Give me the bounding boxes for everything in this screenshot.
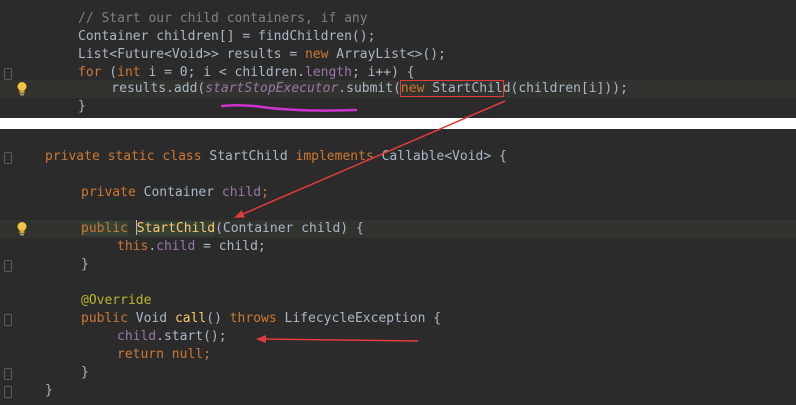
code-text: public Void call() throws LifecycleExcep…	[81, 311, 442, 326]
constructor-close-line[interactable]: }	[0, 256, 796, 274]
code-text: public StartChild(Container child) {	[81, 220, 364, 236]
fold-icon[interactable]	[4, 386, 12, 398]
field-declaration-line[interactable]: private Container child;	[0, 184, 796, 202]
code-editor-top: // Start our child containers, if any Co…	[0, 0, 796, 118]
code-line-1[interactable]: // Start our child containers, if any	[0, 10, 796, 28]
code-editor-bottom: private static class StartChild implemen…	[0, 129, 796, 405]
code-text: }	[45, 383, 53, 398]
code-text: return null;	[117, 347, 211, 362]
fold-icon[interactable]	[4, 68, 12, 80]
code-text: Container children[] = findChildren();	[78, 29, 376, 44]
code-text: }	[81, 365, 89, 380]
code-line-5-current[interactable]: results.add(startStopExecutor.submit(new…	[0, 80, 796, 98]
constructor-name[interactable]: StartChild	[136, 221, 216, 236]
child-start-line[interactable]: child.start();	[0, 328, 796, 346]
lightbulb-icon[interactable]	[16, 221, 28, 236]
code-text: private static class StartChild implemen…	[45, 149, 507, 164]
code-text: this.child = child;	[117, 239, 266, 254]
code-text: @Override	[81, 293, 152, 308]
annotation-line[interactable]: @Override	[0, 292, 796, 310]
constructor-line-current[interactable]: public StartChild(Container child) {	[0, 220, 796, 238]
code-text: results.add(startStopExecutor.submit(new…	[80, 80, 628, 97]
constructor-body-line[interactable]: this.child = child;	[0, 238, 796, 256]
fold-icon[interactable]	[4, 152, 12, 164]
lightbulb-icon[interactable]	[16, 81, 28, 96]
code-line-6[interactable]: }	[0, 98, 796, 116]
code-line-3[interactable]: List<Future<Void>> results = new ArrayLi…	[0, 46, 796, 64]
code-text: child.start();	[117, 329, 227, 344]
fold-icon[interactable]	[4, 314, 12, 326]
startchild-call-text: StartChil	[424, 81, 503, 96]
new-startchild-highlight: new StartChil	[399, 80, 504, 97]
code-text: // Start our child containers, if any	[78, 11, 368, 26]
return-line[interactable]: return null;	[0, 346, 796, 364]
code-text: private Container child;	[81, 185, 269, 200]
code-text: List<Future<Void>> results = new ArrayLi…	[78, 47, 446, 62]
code-text: }	[78, 99, 86, 114]
startchild-call-rest: d(children[i]));	[502, 81, 628, 96]
code-line-2[interactable]: Container children[] = findChildren();	[0, 28, 796, 46]
start-stop-executor-ref[interactable]: startStopExecutor	[205, 81, 338, 96]
fold-icon[interactable]	[4, 368, 12, 380]
code-text: }	[81, 257, 89, 272]
method-close-line[interactable]: }	[0, 364, 796, 382]
method-signature-line[interactable]: public Void call() throws LifecycleExcep…	[0, 310, 796, 328]
class-declaration-line[interactable]: private static class StartChild implemen…	[0, 148, 796, 166]
fold-icon[interactable]	[4, 260, 12, 272]
class-close-line[interactable]: }	[0, 382, 796, 400]
